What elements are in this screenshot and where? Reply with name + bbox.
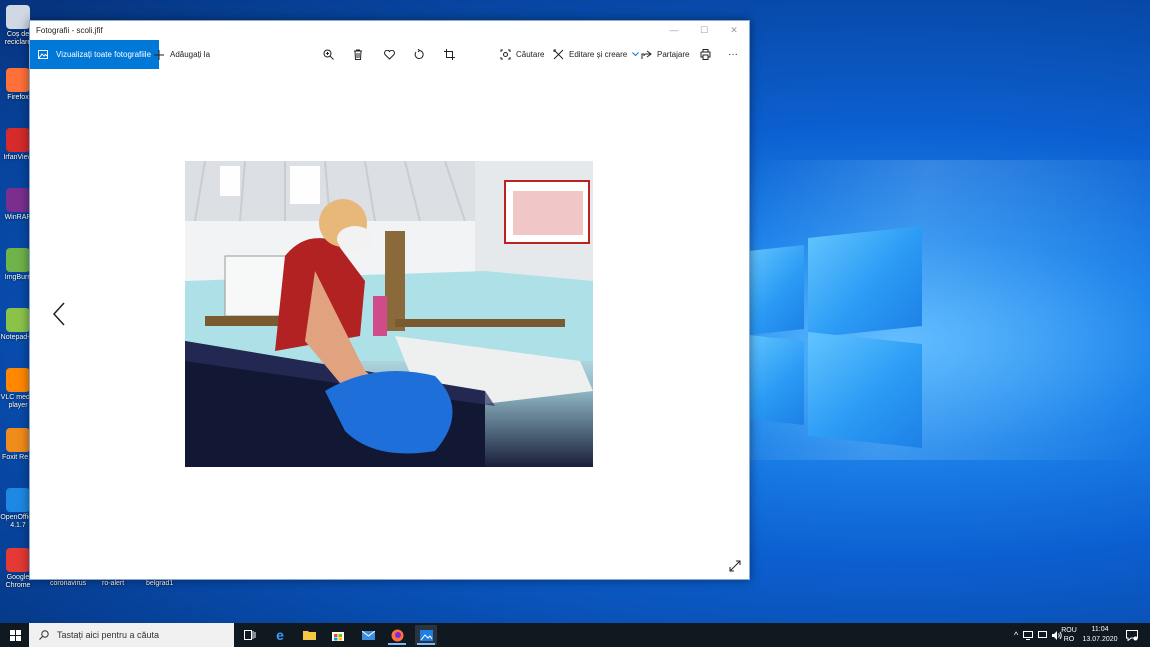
photos-app-window: Fotografii - scoli.jfif — ☐ ✕ Vizualizaț… (29, 20, 750, 580)
edit-create-icon (551, 48, 565, 62)
edit-create-button[interactable]: Editare și creare (551, 40, 639, 69)
minimize-button[interactable]: — (659, 21, 689, 40)
visual-search-icon (498, 48, 512, 62)
language-indicator[interactable]: ROU RO (1061, 623, 1077, 647)
winrar-icon (6, 188, 30, 212)
taskbar-edge[interactable]: e (269, 625, 291, 645)
print-icon (698, 48, 712, 62)
notepad-icon (6, 308, 30, 332)
task-view-icon (244, 630, 256, 640)
clock-time: 11:04 (1091, 626, 1109, 633)
search-photos-button[interactable]: Căutare (498, 40, 544, 69)
photos-toolbar: Vizualizați toate fotografiile Adăugați … (30, 40, 749, 69)
firefox-icon (6, 68, 30, 92)
search-photos-label: Căutare (516, 50, 545, 59)
more-options-button[interactable]: ··· (728, 40, 738, 69)
window-titlebar[interactable]: Fotografii - scoli.jfif — ☐ ✕ (30, 21, 749, 40)
chrome-icon (6, 548, 30, 572)
zoom-button[interactable] (321, 40, 335, 69)
taskbar-file-explorer[interactable] (298, 625, 320, 645)
trash-icon (351, 48, 365, 62)
action-center-button[interactable] (1121, 625, 1143, 645)
chat-icon[interactable] (1038, 630, 1048, 640)
edit-create-label: Editare și creare (569, 50, 628, 59)
displayed-photo (185, 161, 593, 467)
search-icon (37, 628, 51, 642)
firefox-icon (391, 629, 403, 641)
openoffice-icon (6, 488, 30, 512)
foxit-icon (6, 428, 30, 452)
taskbar-store[interactable] (327, 625, 349, 645)
vlc-icon (6, 368, 30, 392)
crop-icon (442, 48, 456, 62)
share-label: Partajare (657, 50, 690, 59)
view-all-photos-label: Vizualizați toate fotografiile (56, 50, 152, 59)
taskbar-firefox[interactable] (386, 625, 408, 645)
rotate-button[interactable] (412, 40, 426, 69)
chevron-left-icon (52, 302, 65, 326)
recycle-bin-icon (6, 5, 30, 29)
photo-gallery-icon (36, 48, 50, 62)
imgburn-icon (6, 248, 30, 272)
system-tray-icons: ^ (1014, 623, 1062, 647)
crop-button[interactable] (442, 40, 456, 69)
store-icon (332, 632, 344, 641)
lang-bottom: RO (1063, 636, 1075, 643)
taskbar: Tastați aici pentru a căuta e ^ ROU RO 1… (0, 623, 1150, 647)
previous-photo-button[interactable] (52, 302, 66, 326)
zoom-icon (321, 48, 335, 62)
windows-start-icon (9, 629, 21, 641)
heart-icon (382, 48, 396, 62)
folder-icon (302, 631, 316, 640)
rotate-icon (412, 48, 426, 62)
share-icon (639, 48, 653, 62)
photo-canvas (30, 69, 749, 579)
window-title: Fotografii - scoli.jfif (36, 26, 103, 35)
expand-icon (729, 560, 741, 572)
irfanview-icon (6, 128, 30, 152)
favorite-button[interactable] (382, 40, 396, 69)
clock-date: 13.07.2020 (1082, 636, 1118, 643)
classroom-cleaning-photo (185, 161, 593, 467)
add-to-label: Adăugați la (170, 50, 211, 59)
clock[interactable]: 11:04 13.07.2020 (1082, 623, 1118, 647)
taskbar-mail[interactable] (357, 625, 379, 645)
plus-icon (152, 48, 166, 62)
maximize-button[interactable]: ☐ (689, 21, 719, 40)
delete-button[interactable] (351, 40, 365, 69)
taskbar-photos[interactable] (415, 625, 437, 645)
photos-icon (419, 629, 433, 641)
desktop-icon-coronavirus-label[interactable]: coronavirus (50, 580, 86, 587)
task-view-button[interactable] (239, 625, 261, 645)
view-all-photos-button[interactable]: Vizualizați toate fotografiile (30, 40, 160, 69)
mail-icon (361, 630, 375, 640)
edge-icon: e (276, 627, 284, 643)
print-button[interactable] (698, 40, 712, 69)
fullscreen-button[interactable] (729, 559, 741, 572)
desktop-icon-ro-alert-label[interactable]: ro-alert (102, 580, 124, 587)
search-placeholder: Tastați aici pentru a căuta (57, 630, 160, 640)
network-icon[interactable] (1023, 630, 1034, 640)
share-button[interactable]: Partajare (639, 40, 689, 69)
add-to-button[interactable]: Adăugați la (152, 40, 210, 69)
chevron-up-icon[interactable]: ^ (1014, 630, 1018, 640)
notification-icon (1126, 629, 1138, 641)
lang-top: ROU (1061, 627, 1077, 634)
start-button[interactable] (4, 625, 26, 645)
more-options-label: ··· (728, 49, 738, 60)
taskbar-search-box[interactable]: Tastați aici pentru a căuta (29, 623, 234, 647)
desktop-icon-belgrad-label[interactable]: belgrad1 (146, 580, 173, 587)
close-button[interactable]: ✕ (719, 21, 749, 40)
